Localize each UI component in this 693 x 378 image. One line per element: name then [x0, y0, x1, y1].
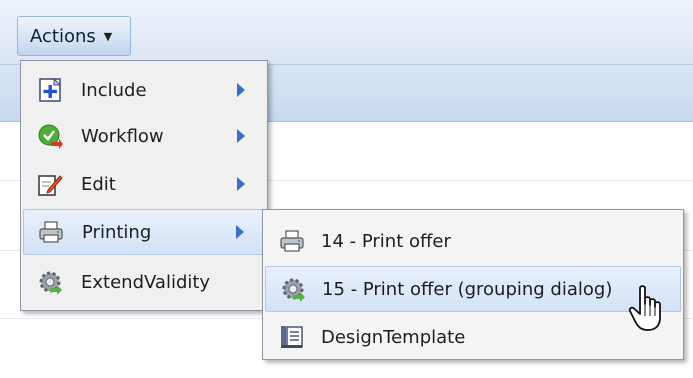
menu-item-label: Workflow: [81, 125, 164, 147]
gear-icon: [39, 271, 62, 295]
actions-menu: Include Workflow Edit Printing ExtendVal…: [20, 60, 268, 311]
submenu-arrow-icon: [236, 225, 244, 239]
caret-down-icon: ▼: [103, 29, 113, 43]
submenu-arrow-icon: [237, 129, 245, 143]
menu-item-printing[interactable]: Printing: [23, 209, 265, 255]
actions-button-label: Actions: [30, 25, 96, 47]
submenu-item-print-offer[interactable]: 14 - Print offer: [265, 218, 681, 264]
menu-item-label: Printing: [82, 221, 152, 243]
menu-item-workflow[interactable]: Workflow: [23, 113, 265, 159]
menu-item-label: Edit: [81, 173, 116, 195]
workflow-icon: [38, 124, 63, 149]
submenu-item-label: 14 - Print offer: [321, 230, 451, 252]
printer-icon: [280, 230, 304, 252]
gear-icon: [282, 278, 305, 302]
printer-icon: [39, 221, 63, 243]
submenu-arrow-icon: [237, 83, 245, 97]
actions-button[interactable]: Actions ▼: [17, 16, 131, 56]
menu-item-include[interactable]: Include: [23, 67, 265, 113]
printing-submenu: 14 - Print offer 15 - Print offer (group…: [262, 209, 684, 360]
menu-item-edit[interactable]: Edit: [23, 161, 265, 207]
design-template-icon: [281, 326, 303, 348]
menu-item-extendvalidity[interactable]: ExtendValidity: [23, 259, 265, 305]
menu-item-label: ExtendValidity: [81, 271, 211, 293]
hand-pointer-icon: [628, 285, 661, 331]
edit-icon: [38, 175, 63, 196]
menu-item-label: Include: [81, 79, 147, 101]
submenu-item-print-offer-grouping[interactable]: 15 - Print offer (grouping dialog): [265, 266, 681, 312]
submenu-item-label: 15 - Print offer (grouping dialog): [322, 278, 613, 300]
include-add-icon: [39, 77, 62, 102]
submenu-item-label: DesignTemplate: [321, 326, 466, 348]
submenu-item-designtemplate[interactable]: DesignTemplate: [265, 314, 681, 360]
submenu-arrow-icon: [237, 177, 245, 191]
